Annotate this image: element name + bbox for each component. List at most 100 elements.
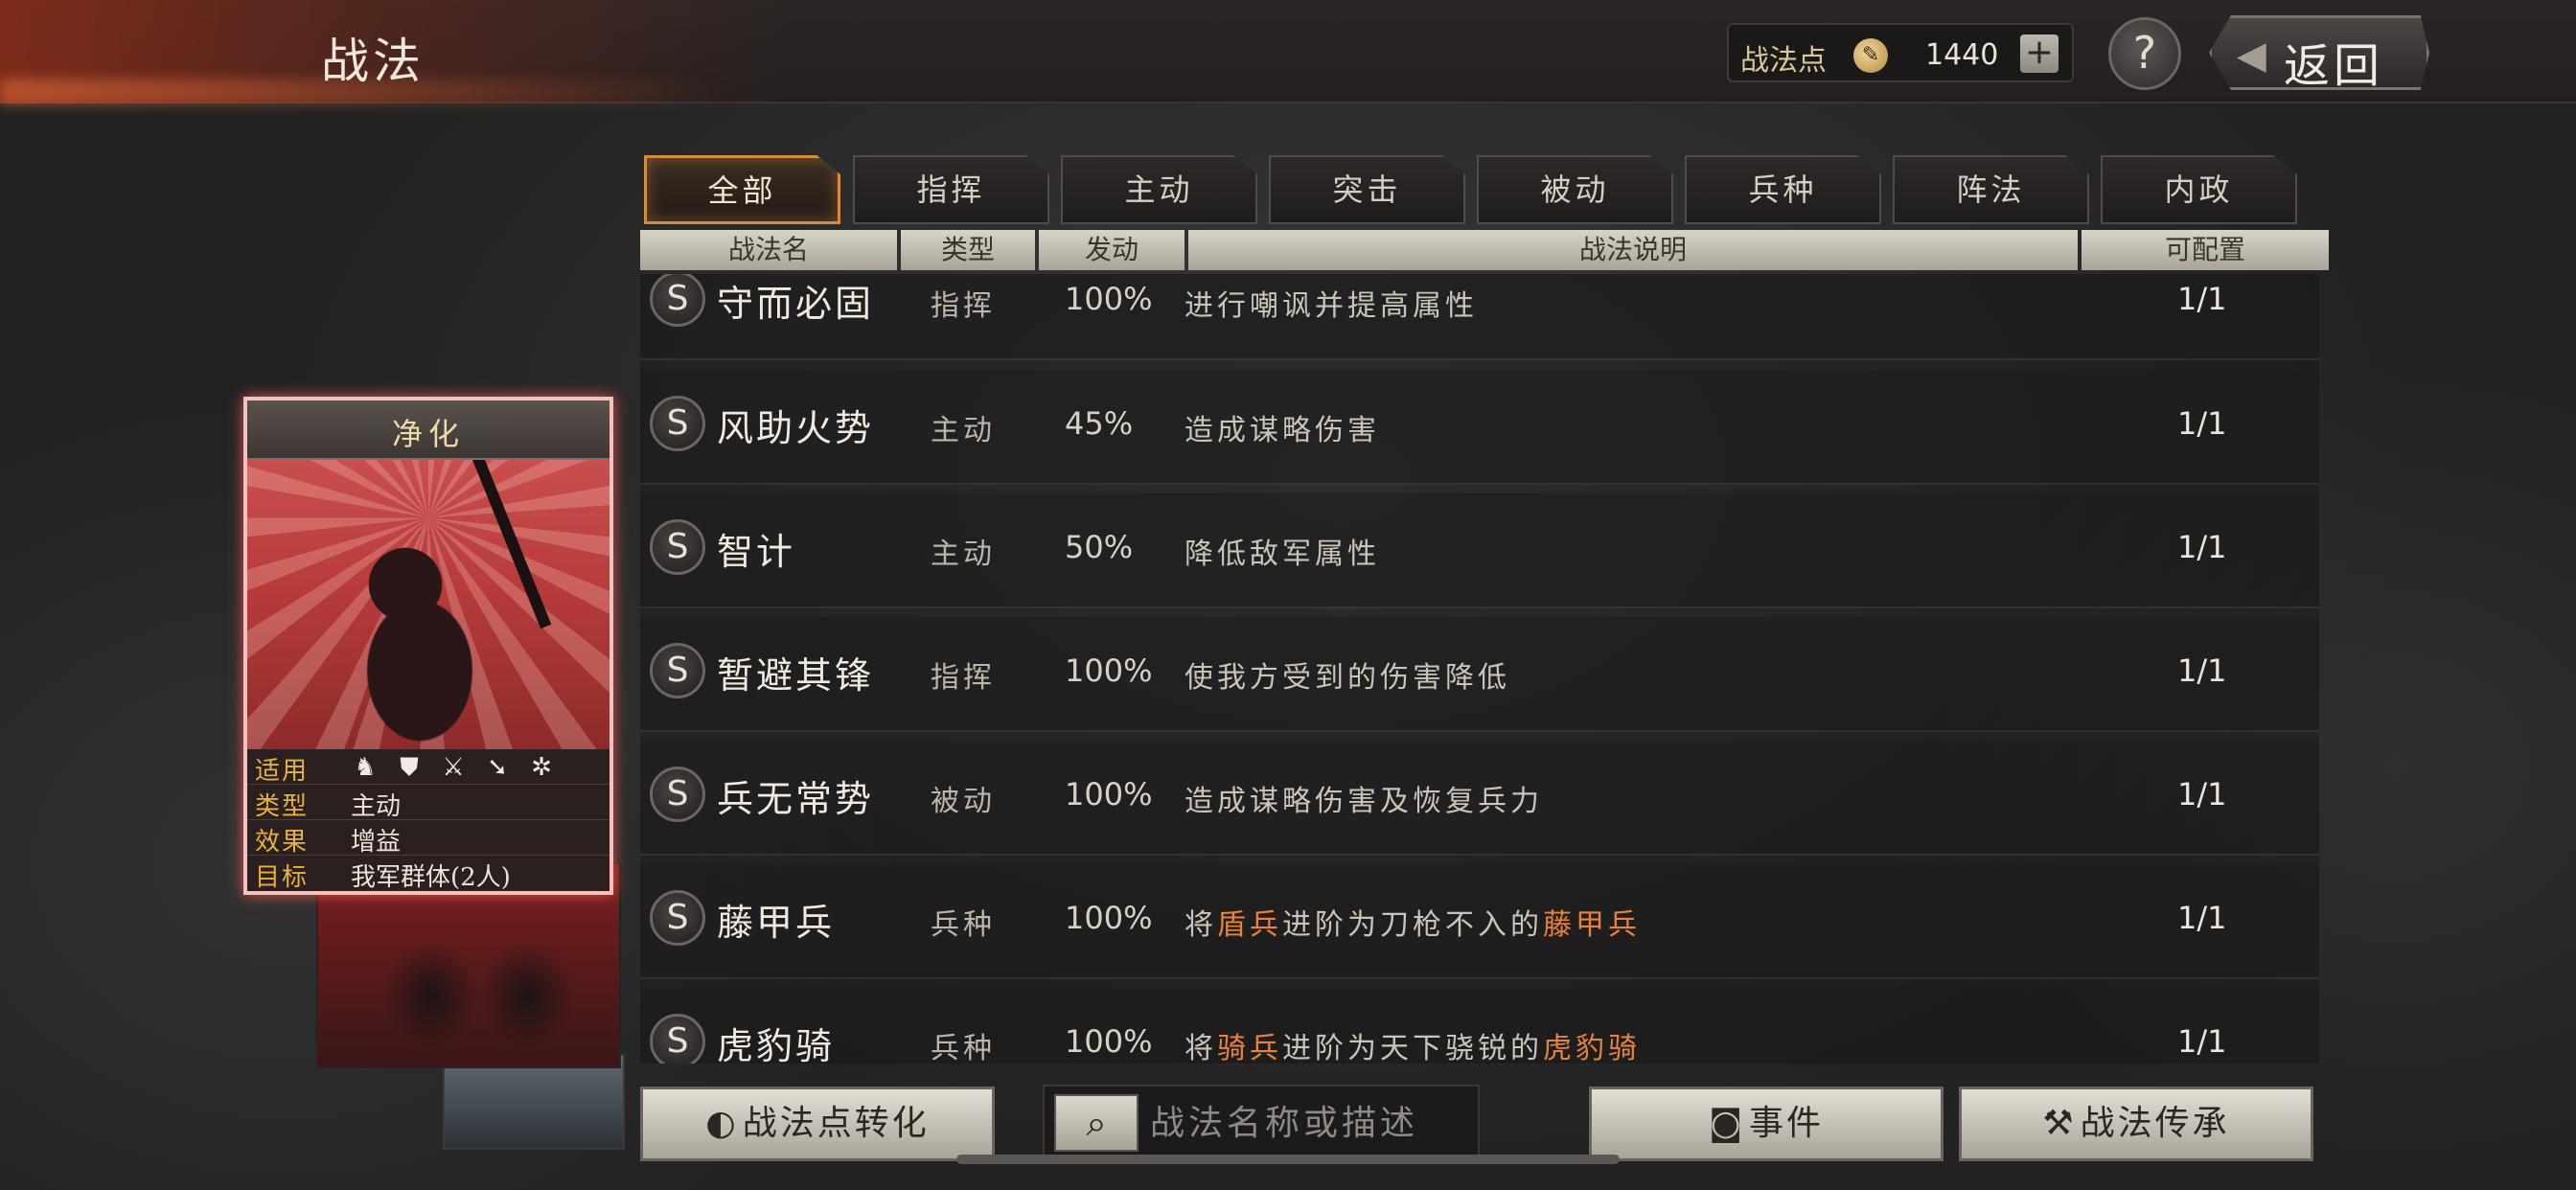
tab-active[interactable]: 主动 (1061, 155, 1257, 224)
cavalry-icon: ♞ (354, 753, 377, 782)
tactic-configurable: 1/1 (2177, 1023, 2227, 1060)
card-type-value: 主动 (351, 792, 402, 821)
column-header-description: 战法说明 (1188, 230, 2078, 270)
grade-s-icon: S (650, 519, 705, 575)
top-bar: 战法 战法点 ✎ 1440 + ? ◀ 返回 (0, 0, 2576, 105)
column-header-rate[interactable]: 发动 (1039, 230, 1184, 270)
search-box: ⌕ (1043, 1085, 1480, 1161)
card-title: 净化 (391, 416, 465, 452)
tactic-rate: 45% (1065, 405, 1134, 442)
tab-all[interactable]: 全部 (644, 155, 840, 224)
column-header-type[interactable]: 类型 (901, 230, 1035, 270)
table-row[interactable]: S 兵无常势 被动 100% 造成谋略伤害及恢复兵力 1/1 (640, 741, 2319, 856)
siege-icon: ✲ (531, 753, 552, 782)
grade-s-icon: S (650, 643, 705, 698)
tactic-inherit-button[interactable]: ⚒ 战法传承 (1959, 1087, 2313, 1161)
tab-internal-affairs[interactable]: 内政 (2101, 155, 2297, 224)
tactic-configurable: 1/1 (2177, 776, 2227, 812)
tactic-type: 兵种 (931, 1032, 996, 1064)
search-icon[interactable]: ⌕ (1054, 1094, 1138, 1152)
tactic-rate: 100% (1065, 1023, 1153, 1060)
tab-command[interactable]: 指挥 (853, 155, 1049, 224)
hammer-icon: ⚒ (2042, 1104, 2077, 1143)
tactic-name: 风助火势 (717, 407, 875, 449)
back-button[interactable]: ◀ 返回 (2209, 15, 2429, 90)
tab-assault[interactable]: 突击 (1269, 155, 1465, 224)
tactic-name: 智计 (717, 531, 796, 573)
grade-s-icon: S (650, 1014, 705, 1064)
alert-icon: ◙ (1709, 1104, 1745, 1143)
tactic-description: 降低敌军属性 (1184, 538, 1380, 571)
tactic-name: 守而必固 (717, 283, 875, 325)
spear-icon: ➘ (487, 753, 508, 782)
highlight-text: 藤甲兵 (1543, 908, 1641, 942)
card-preview-back[interactable] (443, 1054, 625, 1150)
card-target-value: 我军群体(2人) (351, 863, 511, 892)
tactic-description: 造成谋略伤害及恢复兵力 (1184, 785, 1543, 818)
tactic-card[interactable]: 净化 适用 ♞ ⛊ ⚔ ➘ ✲ 类型 主动 效果 增益 目标 我军群体(2人) (243, 397, 613, 895)
convert-points-button[interactable]: ◐ 战法点转化 (640, 1087, 995, 1161)
tactic-configurable: 1/1 (2177, 529, 2227, 565)
card-effect-value: 增益 (351, 828, 402, 857)
search-input[interactable] (1150, 1098, 1466, 1148)
tactics-table[interactable]: S 守而必固 指挥 100% 进行嘲讽并提高属性 1/1 S 风助火势 主动 4… (640, 274, 2319, 1064)
tactic-description: 进行嘲讽并提高属性 (1184, 289, 1478, 323)
tactic-description: 造成谋略伤害 (1184, 414, 1380, 447)
page-title: 战法 (321, 34, 425, 89)
card-info: 适用 ♞ ⛊ ⚔ ➘ ✲ 类型 主动 效果 增益 目标 我军群体(2人) (247, 749, 610, 892)
table-row[interactable]: S 守而必固 指挥 100% 进行嘲讽并提高属性 1/1 (640, 274, 2319, 360)
card-artwork (247, 460, 610, 749)
card-type-label: 类型 (255, 792, 310, 821)
tactic-points-display: 战法点 ✎ 1440 + (1727, 23, 2074, 82)
tab-formation[interactable]: 阵法 (1893, 155, 2089, 224)
table-row[interactable]: S 风助火势 主动 45% 造成谋略伤害 1/1 (640, 370, 2319, 485)
tactic-description: 将盾兵进阶为刀枪不入的藤甲兵 (1184, 908, 1641, 942)
tactic-configurable: 1/1 (2177, 405, 2227, 442)
tab-troop-type[interactable]: 兵种 (1685, 155, 1881, 224)
grade-s-icon: S (650, 396, 705, 451)
table-row[interactable]: S 智计 主动 50% 降低敌军属性 1/1 (640, 493, 2319, 608)
tactic-rate: 50% (1065, 529, 1134, 565)
tactic-rate: 100% (1065, 900, 1153, 936)
tactic-type: 指挥 (931, 289, 996, 323)
card-art-figures (345, 910, 594, 1064)
column-header-name[interactable]: 战法名 (640, 230, 897, 270)
table-row[interactable]: S 藤甲兵 兵种 100% 将盾兵进阶为刀枪不入的藤甲兵 1/1 (640, 864, 2319, 979)
tactic-rate: 100% (1065, 776, 1153, 812)
highlight-text: 盾兵 (1217, 908, 1282, 942)
add-points-button[interactable]: + (2020, 34, 2058, 73)
help-button[interactable]: ? (2108, 17, 2181, 90)
card-effect-label: 效果 (255, 828, 310, 857)
tactic-points-value: 1440 (1925, 38, 1999, 72)
back-button-label: 返回 (2284, 39, 2384, 93)
tactic-points-label: 战法点 (1740, 44, 1827, 78)
tactic-name: 暂避其锋 (717, 654, 875, 697)
bow-icon: ⚔ (442, 753, 465, 782)
grade-s-icon: S (650, 890, 705, 946)
back-arrow-icon: ◀ (2237, 34, 2266, 78)
convert-points-label: 战法点转化 (742, 1104, 930, 1143)
tactic-type: 被动 (931, 785, 996, 818)
table-row[interactable]: S 暂避其锋 指挥 100% 使我方受到的伤害降低 1/1 (640, 617, 2319, 732)
tactic-configurable: 1/1 (2177, 652, 2227, 689)
tactic-type: 主动 (931, 414, 996, 447)
tactic-rate: 100% (1065, 652, 1153, 689)
tactic-name: 兵无常势 (717, 778, 875, 820)
column-header-configurable[interactable]: 可配置 (2082, 230, 2329, 270)
events-button[interactable]: ◙ 事件 (1589, 1087, 1944, 1161)
warrior-silhouette (314, 527, 525, 749)
shield-icon: ⛊ (400, 753, 419, 782)
fire-icon: ◐ (705, 1104, 739, 1143)
tactic-name: 虎豹骑 (717, 1025, 836, 1064)
card-applicable-label: 适用 (255, 757, 310, 786)
tactic-type: 兵种 (931, 908, 996, 942)
table-row[interactable]: S 虎豹骑 兵种 100% 将骑兵进阶为天下骁锐的虎豹骑 1/1 (640, 988, 2319, 1064)
tactic-type: 主动 (931, 538, 996, 571)
events-label: 事件 (1748, 1104, 1824, 1143)
coin-icon: ✎ (1853, 38, 1888, 73)
tactic-type: 指挥 (931, 661, 996, 695)
tactic-name: 藤甲兵 (717, 902, 836, 944)
home-indicator (956, 1155, 1620, 1164)
card-target-label: 目标 (255, 863, 310, 892)
tab-passive[interactable]: 被动 (1477, 155, 1673, 224)
